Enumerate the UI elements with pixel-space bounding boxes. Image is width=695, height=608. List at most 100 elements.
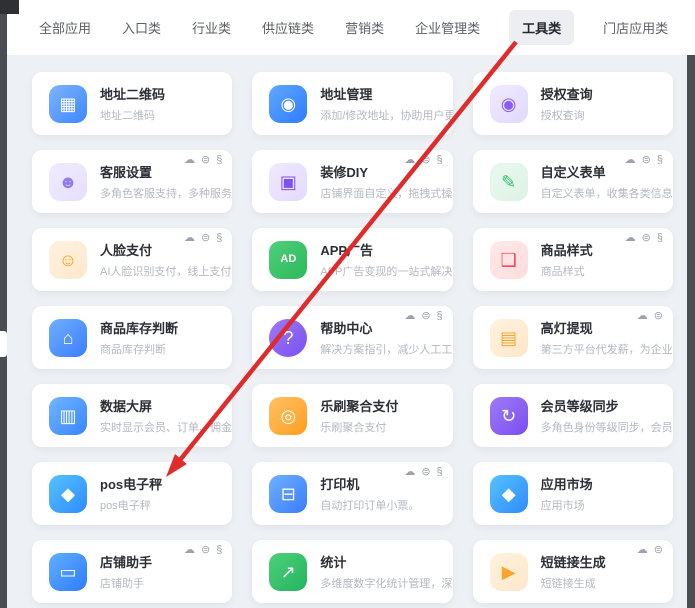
app-card[interactable]: ◆应用市场应用市场 (473, 462, 673, 525)
tab-5[interactable]: 企业管理类 (413, 10, 482, 45)
app-card-title: 地址管理 (320, 84, 452, 103)
app-card[interactable]: ❑商品样式商品样式☁⊜§ (473, 228, 673, 291)
share-icon[interactable]: § (216, 545, 222, 556)
share-icon[interactable]: § (437, 155, 443, 166)
platform-badges: ☁ ⊜ § (404, 467, 442, 478)
platform-badges: ☁⊜ (637, 545, 663, 556)
shop-helper-icon: ▭ (49, 553, 87, 591)
leshua-pay-icon: ◎ (269, 397, 307, 435)
app-card-description: 短链接生成 (541, 575, 606, 591)
printer-icon[interactable]: ⊜ (201, 545, 210, 556)
app-card[interactable]: ☺人脸支付AI人脸识别支付，线上支付即成线...☁⊜§ (32, 228, 232, 291)
platform-badges: ☁ ⊜ § (184, 155, 222, 166)
cloud-icon[interactable]: ☁ (184, 545, 195, 556)
platform-badges: ☁ ⊜ § (625, 233, 663, 244)
app-card[interactable]: ▤高灯提现第三方平台代发薪，为企业减税降...☁⊜ (473, 306, 673, 369)
platform-badges: ☁ ⊜ § (404, 155, 442, 166)
cloud-icon[interactable]: ☁ (625, 155, 636, 166)
cloud-icon[interactable]: ☁ (404, 467, 415, 478)
qr-code-icon: ▦ (49, 85, 87, 123)
platform-badges: ☁ ⊜ § (184, 233, 222, 244)
app-card-title: pos电子秤 (100, 474, 162, 493)
data-screen-icon: ▥ (49, 397, 87, 435)
tab-1[interactable]: 入口类 (120, 10, 163, 45)
category-tabbar: 全部应用入口类行业类供应链类营销类企业管理类工具类门店应用类区块链类 (7, 0, 695, 55)
platform-badges: ☁ ⊜ § (404, 311, 442, 322)
stock-check-icon: ⌂ (49, 319, 87, 357)
app-card-description: AI人脸识别支付，线上支付即成线... (100, 263, 232, 279)
app-card-grid: ▦地址二维码地址二维码◉地址管理添加/修改地址，协助用户更改信...◉授权查询授… (7, 55, 687, 608)
printer-icon[interactable]: ⊜ (421, 311, 430, 322)
app-card[interactable]: ADAPP广告APP广告变现的一站式解决方案 (252, 228, 452, 291)
app-card-description: 商品样式 (541, 263, 593, 279)
app-card-description: 自定义表单，收集各类信息。 (541, 185, 673, 201)
tab-active-6[interactable]: 工具类 (509, 10, 574, 45)
share-icon[interactable]: § (437, 467, 443, 478)
tab-7[interactable]: 门店应用类 (601, 10, 670, 45)
printer-icon[interactable]: ⊜ (201, 155, 210, 166)
platform-badges: ☁⊜ (637, 311, 663, 322)
app-card-description: 多角色客服支持，多种服务入口。 (100, 185, 232, 201)
window-edge-left (0, 0, 7, 608)
app-card[interactable]: ↻会员等级同步多角色身份等级同步，会员成长体... (473, 384, 673, 447)
short-link-icon: ▶ (490, 553, 528, 591)
cloud-icon[interactable]: ☁ (404, 155, 415, 166)
printer-icon[interactable]: ⊜ (421, 467, 430, 478)
printer-icon[interactable]: ⊜ (654, 545, 663, 556)
app-card[interactable]: ↗统计多维度数字化统计管理，深度了解... (252, 540, 452, 603)
printer-icon[interactable]: ⊜ (654, 311, 663, 322)
app-card[interactable]: ✎自定义表单自定义表单，收集各类信息。☁⊜§ (473, 150, 673, 213)
share-icon[interactable]: § (437, 311, 443, 322)
cloud-icon[interactable]: ☁ (637, 545, 648, 556)
printer-icon[interactable]: ⊜ (421, 155, 430, 166)
app-card-description: 自动打印订单小票。 (320, 497, 419, 513)
statistics-icon: ↗ (269, 553, 307, 591)
auth-search-icon: ◉ (490, 85, 528, 123)
cloud-icon[interactable]: ☁ (404, 311, 415, 322)
tab-0[interactable]: 全部应用 (37, 10, 93, 45)
app-card-description: 地址二维码 (100, 107, 165, 123)
tab-2[interactable]: 行业类 (190, 10, 233, 45)
app-card[interactable]: ⌂商品库存判断商品库存判断 (32, 306, 232, 369)
printer-icon[interactable]: ⊜ (201, 233, 210, 244)
app-card-description: 多角色身份等级同步，会员成长体... (541, 419, 673, 435)
app-card[interactable]: ?帮助中心解决方案指引，减少人工工作量。☁⊜§ (252, 306, 452, 369)
cloud-icon[interactable]: ☁ (184, 155, 195, 166)
app-card-title: 统计 (320, 552, 452, 571)
app-card[interactable]: ▣装修DIY店铺界面自定义，拖拽式操作，百...☁⊜§ (252, 150, 452, 213)
app-card[interactable]: ◆pos电子秤pos电子秤 (32, 462, 232, 525)
app-card[interactable]: ⊟打印机自动打印订单小票。☁⊜§ (252, 462, 452, 525)
app-card-title: 应用市场 (541, 474, 593, 493)
share-icon[interactable]: § (657, 155, 663, 166)
decorate-diy-icon: ▣ (269, 163, 307, 201)
app-card[interactable]: ▭店铺助手店铺助手☁⊜§ (32, 540, 232, 603)
app-card-description: 解决方案指引，减少人工工作量。 (320, 341, 452, 357)
share-icon[interactable]: § (216, 155, 222, 166)
address-book-icon: ◉ (269, 85, 307, 123)
goods-style-icon: ❑ (490, 241, 528, 279)
customer-service-icon: ☻ (49, 163, 87, 201)
printer-icon[interactable]: ⊜ (642, 233, 651, 244)
app-card[interactable]: ◉地址管理添加/修改地址，协助用户更改信... (252, 72, 452, 135)
app-ad-icon: AD (269, 241, 307, 279)
app-card[interactable]: ◉授权查询授权查询 (473, 72, 673, 135)
cloud-icon[interactable]: ☁ (625, 233, 636, 244)
tab-3[interactable]: 供应链类 (260, 10, 316, 45)
app-card-title: 店铺助手 (100, 552, 152, 571)
app-card[interactable]: ☻客服设置多角色客服支持，多种服务入口。☁⊜§ (32, 150, 232, 213)
printer-icon[interactable]: ⊜ (642, 155, 651, 166)
app-card-description: 乐刷聚合支付 (320, 419, 398, 435)
cloud-icon[interactable]: ☁ (184, 233, 195, 244)
app-card[interactable]: ◎乐刷聚合支付乐刷聚合支付 (252, 384, 452, 447)
face-pay-icon: ☺ (49, 241, 87, 279)
app-card[interactable]: ▥数据大屏实时显示会员、订单、佣金、地... (32, 384, 232, 447)
cloud-icon[interactable]: ☁ (637, 311, 648, 322)
app-card-description: 授权查询 (541, 107, 593, 123)
share-icon[interactable]: § (216, 233, 222, 244)
app-card[interactable]: ▶短链接生成短链接生成☁⊜ (473, 540, 673, 603)
share-icon[interactable]: § (657, 233, 663, 244)
tab-4[interactable]: 营销类 (343, 10, 386, 45)
app-card[interactable]: ▦地址二维码地址二维码 (32, 72, 232, 135)
side-panel-handle[interactable] (0, 331, 7, 357)
app-card-title: 短链接生成 (541, 552, 606, 571)
